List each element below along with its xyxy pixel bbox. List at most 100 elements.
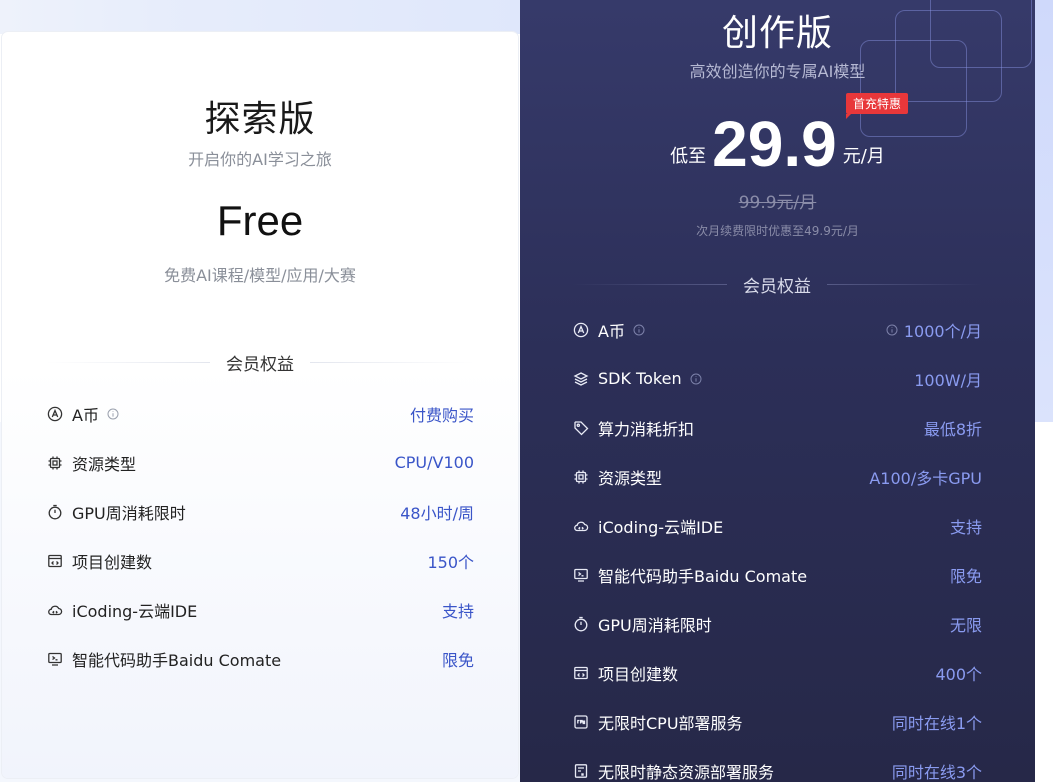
benefit-row: 资源类型 A100/多卡GPU — [572, 452, 982, 501]
benefit-value: CPU/V100 — [395, 453, 474, 472]
benefit-value-text: 100W/月 — [914, 370, 982, 390]
benefit-name: 智能代码助手Baidu Comate — [72, 650, 282, 670]
benefit-value: 无限 — [950, 612, 982, 636]
benefit-row: 无限时CPU部署服务 同时在线1个 — [572, 697, 982, 746]
benefit-value: 最低8折 — [924, 416, 982, 440]
price-prefix: 低至 — [670, 146, 707, 167]
benefit-value-text: 400个 — [935, 664, 982, 684]
plan-price: 29.9 — [712, 108, 837, 180]
benefits-list: A币 1000个/月 SDK Token 100W/月算力消耗折扣 最低8折资源类型 A1… — [572, 305, 982, 782]
cpu-badge-icon — [572, 713, 590, 731]
benefit-value: 支持 — [442, 598, 474, 622]
benefits-list: A币 付费购买资源类型 CPU/V100 GPU周消耗限时 48小时/周项目创建数 150… — [46, 389, 474, 683]
static-file-icon — [572, 762, 590, 780]
benefit-row: GPU周消耗限时 48小时/周 — [46, 487, 474, 536]
plan-price: Free — [216, 197, 304, 244]
benefit-row: 无限时静态资源部署服务 同时在线3个 — [572, 746, 982, 782]
benefit-value: 付费购买 — [410, 402, 474, 426]
benefit-value: 150个 — [427, 549, 474, 573]
benefits-section-label: 会员权益 — [743, 277, 811, 297]
benefit-value: A100/多卡GPU — [869, 465, 982, 489]
benefit-value: 同时在线1个 — [892, 710, 982, 734]
cloud-code-icon — [572, 517, 590, 535]
benefit-value-text: 限免 — [441, 650, 474, 670]
project-window-icon — [572, 664, 590, 682]
plan-subtitle: 高效创造你的专属AI模型 — [689, 62, 866, 81]
benefit-name: iCoding-云端IDE — [72, 601, 198, 621]
benefit-value-text: 支持 — [441, 601, 474, 621]
plan-card-creator[interactable]: 创作版 高效创造你的专属AI模型 首充特惠 低至 29.9 元/月 99.9元/… — [520, 0, 1035, 782]
benefit-name: A币 — [72, 405, 99, 425]
benefit-name: 智能代码助手Baidu Comate — [598, 566, 808, 586]
timer-icon — [572, 615, 590, 633]
benefit-value: 400个 — [935, 661, 982, 685]
benefit-name: 项目创建数 — [72, 552, 153, 572]
benefit-row: 项目创建数 150个 — [46, 536, 474, 585]
layers-icon — [572, 370, 590, 388]
benefit-value: 48小时/周 — [400, 500, 474, 524]
chip-icon — [572, 468, 590, 486]
benefit-value: 100W/月 — [914, 367, 982, 391]
benefit-row: SDK Token 100W/月 — [572, 354, 982, 403]
benefit-value-text: 无限 — [949, 615, 982, 635]
benefit-row: GPU周消耗限时 无限 — [572, 599, 982, 648]
cloud-code-icon — [46, 601, 64, 619]
benefit-value: 同时在线3个 — [892, 759, 982, 782]
a-coin-icon — [572, 321, 590, 339]
benefit-value-text: 同时在线3个 — [891, 762, 982, 782]
benefit-row: 智能代码助手Baidu Comate 限免 — [46, 634, 474, 683]
benefit-value-text: 最低8折 — [923, 419, 982, 439]
benefit-name: iCoding-云端IDE — [598, 517, 724, 537]
benefit-row: A币 付费购买 — [46, 389, 474, 438]
monitor-code-icon — [46, 650, 64, 668]
plan-subtitle: 开启你的AI学习之旅 — [188, 150, 332, 169]
benefit-row: A币 1000个/月 — [572, 305, 982, 354]
monitor-code-icon — [572, 566, 590, 584]
benefit-row: iCoding-云端IDE 支持 — [572, 501, 982, 550]
benefits-section-label: 会员权益 — [226, 355, 294, 375]
price-line: 低至 29.9 元/月 — [520, 108, 1035, 180]
project-window-icon — [46, 552, 64, 570]
info-icon[interactable] — [690, 373, 702, 385]
benefit-name: GPU周消耗限时 — [72, 503, 186, 523]
background-accent-right — [1035, 0, 1053, 422]
benefit-name: 算力消耗折扣 — [598, 419, 695, 439]
a-coin-icon — [46, 405, 64, 423]
benefit-value: 支持 — [950, 514, 982, 538]
benefit-name: 无限时静态资源部署服务 — [598, 762, 775, 782]
plan-title: 创作版 — [721, 13, 833, 54]
original-price: 99.9元/月 — [738, 193, 817, 213]
plan-title: 探索版 — [204, 99, 316, 140]
benefit-value-text: 1000个/月 — [903, 321, 982, 341]
plan-card-explore[interactable]: 探索版 开启你的AI学习之旅 Free 免费AI课程/模型/应用/大赛 会员权益… — [2, 32, 518, 778]
benefit-row: 资源类型 CPU/V100 — [46, 438, 474, 487]
benefit-name: GPU周消耗限时 — [598, 615, 712, 635]
chip-icon — [46, 454, 64, 472]
tag-icon — [572, 419, 590, 437]
benefit-name: 资源类型 — [598, 468, 663, 488]
benefit-value-text: 限免 — [949, 566, 982, 586]
benefit-value-text: 付费购买 — [409, 405, 474, 425]
info-icon[interactable] — [633, 324, 645, 336]
info-icon[interactable] — [886, 324, 898, 336]
background-accent-top — [0, 0, 520, 34]
price-unit: 元/月 — [842, 146, 885, 167]
plan-description: 免费AI课程/模型/应用/大赛 — [164, 266, 356, 285]
benefit-row: 项目创建数 400个 — [572, 648, 982, 697]
benefit-value-text: 48小时/周 — [400, 503, 474, 523]
benefit-value-text: 支持 — [949, 517, 982, 537]
benefit-name: 无限时CPU部署服务 — [598, 713, 743, 733]
benefit-value-text: A100/多卡GPU — [869, 468, 982, 488]
benefit-value: 1000个/月 — [886, 318, 982, 342]
benefit-value: 限免 — [442, 647, 474, 671]
benefit-name: SDK Token — [598, 369, 682, 388]
info-icon[interactable] — [107, 408, 119, 420]
benefits-section-header: 会员权益 — [46, 350, 474, 375]
benefit-value-text: CPU/V100 — [394, 453, 474, 472]
benefit-row: 算力消耗折扣 最低8折 — [572, 403, 982, 452]
benefit-value-text: 150个 — [427, 552, 474, 572]
benefit-name: A币 — [598, 321, 625, 341]
benefit-name: 项目创建数 — [598, 664, 679, 684]
timer-icon — [46, 503, 64, 521]
benefit-name: 资源类型 — [72, 454, 137, 474]
